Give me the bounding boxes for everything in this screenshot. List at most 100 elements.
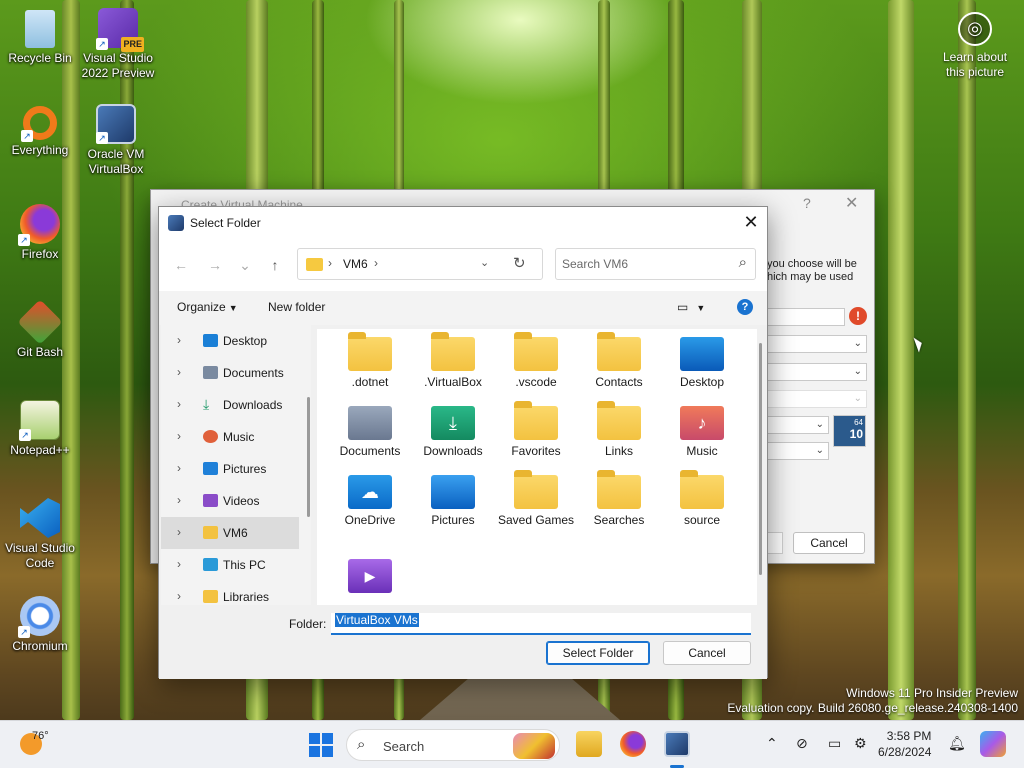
learn-about-picture[interactable]: ◎ Learn about this picture [934, 12, 1016, 80]
new-folder-button[interactable]: New folder [268, 300, 325, 314]
file-explorer-icon[interactable] [576, 731, 602, 757]
folder-item-desktop[interactable]: Desktop [662, 337, 742, 390]
os-badge-arch: 64 [854, 418, 863, 427]
tree-item-desktop[interactable]: › Desktop [161, 325, 299, 357]
notification-icon[interactable]: 🔔︎ [948, 735, 966, 752]
file-grid-scrollbar[interactable] [759, 343, 762, 575]
desktop-icon-recycle-bin[interactable]: Recycle Bin [0, 10, 80, 66]
chevron-right-icon[interactable]: › [177, 557, 181, 571]
tree-item-libraries[interactable]: › Libraries [161, 581, 299, 605]
folder-item-links[interactable]: Links [579, 401, 659, 459]
folder-item-vscode[interactable]: .vscode [496, 332, 576, 390]
breadcrumb-vm6[interactable]: VM6 [343, 257, 368, 271]
chevron-right-icon[interactable]: › [177, 525, 181, 539]
tree-item-documents[interactable]: › Documents [161, 357, 299, 389]
folder-item-source[interactable]: source [662, 470, 742, 528]
tree-item-downloads[interactable]: › ⤓ Downloads [161, 389, 299, 421]
notepadpp-icon: ↗ [19, 400, 60, 441]
address-bar[interactable]: › VM6 › ⌄ ↻ [297, 248, 543, 280]
search-box[interactable]: ⌕ [555, 248, 756, 280]
folder-item-pictures[interactable]: Pictures [413, 475, 493, 528]
chevron-up-icon[interactable]: ⌃ [766, 735, 778, 752]
vm-edition-field[interactable]: ⌄ [767, 390, 867, 408]
folder-item-searches[interactable]: Searches [579, 470, 659, 528]
folder-name-input[interactable]: VirtualBox VMs [331, 613, 751, 635]
cancel-button[interactable]: Cancel [663, 641, 751, 665]
chevron-down-icon: ⌄ [815, 419, 824, 430]
chevron-down-icon[interactable]: ⌄ [480, 256, 489, 269]
vm-cancel-button[interactable]: Cancel [793, 532, 865, 554]
warning-icon: ! [849, 307, 867, 325]
up-arrow-icon[interactable]: ↑ [263, 253, 287, 277]
network-icon[interactable]: ⊘ [796, 735, 808, 752]
recent-locations-icon[interactable]: ⌄ [233, 253, 257, 277]
desktop-icon-virtualbox[interactable]: ↗ Oracle VM VirtualBox [76, 104, 156, 177]
folder-item-videos[interactable]: ▶ [330, 559, 410, 597]
display-icon[interactable]: ▭ [828, 735, 841, 752]
clock[interactable]: 3:58 PM 6/28/2024 [878, 728, 931, 760]
tree-item-this-pc[interactable]: › This PC [161, 549, 299, 581]
help-icon[interactable]: ? [737, 299, 753, 315]
tree-item-music[interactable]: › Music [161, 421, 299, 453]
folder-item-dotnet[interactable]: .dotnet [330, 332, 410, 390]
vm-folder-field[interactable]: ⌄ [767, 335, 867, 353]
vm-name-field[interactable] [767, 308, 845, 326]
folder-item-virtualbox[interactable]: .VirtualBox [413, 332, 493, 390]
desktop-icon-chromium[interactable]: ↗ Chromium [0, 596, 80, 654]
desktop-icon-vscode[interactable]: Visual Studio Code [0, 498, 80, 571]
navigation-tree: › Desktop › Documents › ⤓ Downloads › Mu… [161, 325, 311, 605]
help-icon[interactable]: ? [803, 195, 811, 211]
tree-scrollbar[interactable] [307, 397, 310, 517]
desktop-icon-firefox[interactable]: ↗ Firefox [0, 204, 80, 262]
close-button[interactable]: ✕ [735, 207, 767, 239]
virtualbox-taskbar-icon[interactable] [664, 731, 690, 757]
desktop-icon-visual-studio[interactable]: ↗ PRE Visual Studio 2022 Preview [78, 8, 158, 81]
chevron-right-icon[interactable]: › [177, 429, 181, 443]
chevron-right-icon[interactable]: › [177, 397, 181, 411]
chevron-right-icon[interactable]: › [177, 333, 181, 347]
folder-item-favorites[interactable]: Favorites [496, 401, 576, 459]
folder-item-music[interactable]: ♪ Music [662, 406, 742, 459]
vm-version-field[interactable]: ⌄ [767, 442, 829, 460]
folder-item-contacts[interactable]: Contacts [579, 332, 659, 390]
forward-arrow-icon[interactable]: → [203, 253, 227, 277]
chevron-right-icon[interactable]: › [177, 493, 181, 507]
firefox-taskbar-icon[interactable] [620, 731, 646, 757]
back-arrow-icon[interactable]: ← [169, 253, 193, 277]
folder-item-onedrive[interactable]: ☁ OneDrive [330, 475, 410, 528]
copilot-icon[interactable] [980, 731, 1006, 757]
taskbar-search[interactable]: ⌕ Search [346, 729, 560, 761]
folder-item-documents[interactable]: Documents [330, 406, 410, 459]
organize-menu[interactable]: Organize ▼ [177, 300, 238, 314]
onedrive-folder-icon: ☁ [348, 475, 392, 509]
desktop-icon-git-bash[interactable]: Git Bash [0, 299, 80, 360]
chevron-right-icon[interactable]: › [177, 365, 181, 379]
weather-temperature[interactable]: 76° [32, 730, 49, 742]
start-button[interactable] [309, 733, 333, 757]
select-folder-button[interactable]: Select Folder [546, 641, 650, 665]
select-folder-dialog: Select Folder ✕ ← → ⌄ ↑ › VM6 › ⌄ ↻ ⌕ Or… [158, 206, 768, 679]
folder-item-downloads[interactable]: ⤓ Downloads [413, 406, 493, 459]
tree-item-vm6[interactable]: › VM6 [161, 517, 299, 549]
dialog-titlebar[interactable]: Select Folder ✕ [159, 207, 767, 239]
search-input[interactable] [562, 255, 722, 273]
chevron-right-icon[interactable]: › [177, 589, 181, 603]
firefox-icon: ↗ [18, 204, 60, 246]
desktop-icon-label: Recycle Bin [8, 51, 72, 65]
desktop-icon-everything[interactable]: ↗ Everything [0, 106, 80, 158]
view-options[interactable]: ▭ ▼ [677, 300, 705, 314]
vm-iso-field[interactable]: ⌄ [767, 363, 867, 381]
folder-item-saved-games[interactable]: Saved Games [496, 470, 576, 528]
close-icon[interactable]: ✕ [845, 193, 858, 213]
chevron-right-icon[interactable]: › [177, 461, 181, 475]
pictures-icon [203, 462, 218, 475]
tree-item-pictures[interactable]: › Pictures [161, 453, 299, 485]
folder-item-label: Downloads [423, 444, 483, 458]
search-highlight-icon [513, 733, 555, 759]
vm-type-field[interactable]: ⌄ [767, 416, 829, 434]
tree-item-videos[interactable]: › Videos [161, 485, 299, 517]
tree-item-label: This PC [223, 558, 266, 572]
settings-icon[interactable]: ⚙ [854, 735, 867, 752]
refresh-icon[interactable]: ↻ [513, 254, 526, 272]
desktop-icon-notepadpp[interactable]: ↗ Notepad++ [0, 400, 80, 458]
